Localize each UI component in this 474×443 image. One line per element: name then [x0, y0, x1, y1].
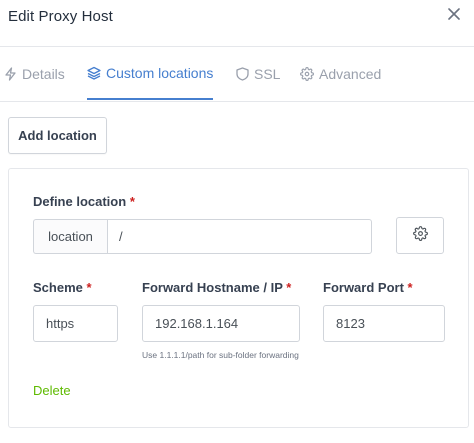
- define-location-label: Define location *: [33, 194, 135, 209]
- required-marker: *: [86, 280, 92, 295]
- hostname-label: Forward Hostname / IP *: [142, 280, 291, 295]
- required-marker: *: [286, 280, 292, 295]
- tab-ssl[interactable]: SSL: [236, 47, 280, 100]
- define-location-text: Define location: [33, 194, 127, 209]
- add-location-button[interactable]: Add location: [8, 117, 107, 154]
- tab-label: Custom locations: [106, 64, 214, 81]
- tab-label: Advanced: [319, 65, 382, 82]
- tab-custom-locations[interactable]: Custom locations: [87, 47, 214, 100]
- close-icon: [448, 7, 460, 25]
- required-marker: *: [129, 194, 135, 209]
- layers-icon: [87, 66, 101, 80]
- scheme-input[interactable]: https: [33, 305, 118, 342]
- tab-advanced[interactable]: Advanced: [300, 47, 381, 100]
- delete-link[interactable]: Delete: [33, 383, 71, 398]
- modal-title: Edit Proxy Host: [8, 8, 113, 25]
- tab-label: Details: [22, 65, 65, 82]
- advanced-config-button[interactable]: [396, 217, 444, 254]
- gear-icon: [412, 225, 428, 246]
- bolt-icon: [4, 66, 17, 81]
- required-marker: *: [407, 280, 413, 295]
- location-path-input[interactable]: /: [107, 219, 372, 254]
- tab-bar: Details Custom locations SSL Advanced: [0, 47, 474, 102]
- close-button[interactable]: [444, 6, 464, 26]
- hostname-input[interactable]: 192.168.1.164: [142, 305, 300, 342]
- scheme-label: Scheme *: [33, 280, 92, 295]
- location-addon: location: [33, 219, 107, 254]
- tab-details[interactable]: Details: [4, 47, 65, 100]
- shield-icon: [236, 66, 249, 81]
- port-input[interactable]: 8123: [323, 305, 445, 342]
- port-label: Forward Port *: [323, 280, 413, 295]
- modal-header: Edit Proxy Host: [0, 0, 474, 47]
- gear-icon: [300, 66, 314, 81]
- location-input-group: location /: [33, 219, 372, 254]
- hostname-help-text: Use 1.1.1.1/path for sub-folder forwardi…: [142, 350, 299, 360]
- location-card: Define location * location / Scheme * Fo…: [8, 168, 469, 428]
- scheme-label-text: Scheme: [33, 280, 83, 295]
- port-label-text: Forward Port: [323, 280, 404, 295]
- tab-label: SSL: [254, 65, 281, 82]
- hostname-label-text: Forward Hostname / IP: [142, 280, 283, 295]
